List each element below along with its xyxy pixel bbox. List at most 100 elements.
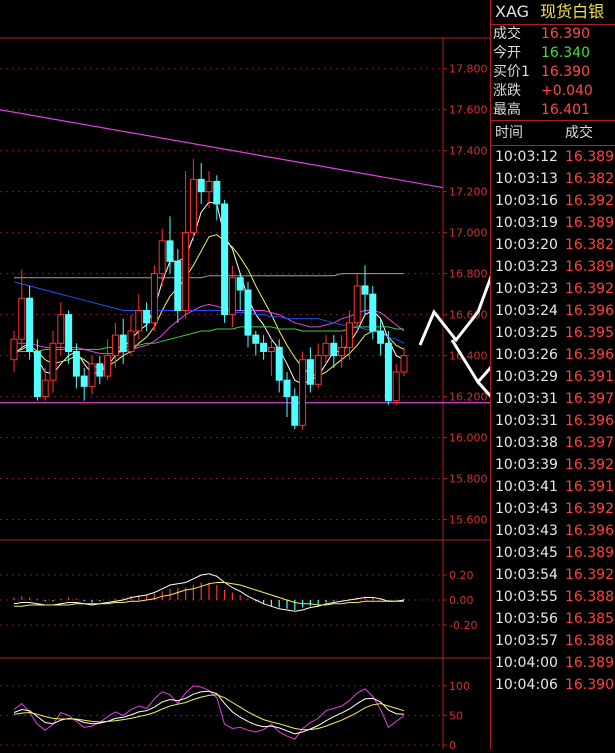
trade-row[interactable]: 10:03:31 16.397 (491, 388, 615, 410)
y-tick-label: 16.400 (449, 350, 488, 363)
quote-rows: 成交 16.390 今开 16.340 买价1 16.390 涨跌 +0.040 最高 16.40… (491, 25, 615, 120)
candle-body (143, 310, 151, 324)
y-tick-label: 16.800 (449, 268, 488, 281)
chart-area: 17.800 17.600 17.400 17.200 17.000 16.800 16.6… (0, 0, 580, 752)
trade-price: 16.396 (565, 523, 614, 539)
trade-row[interactable]: 10:03:20 16.382 (491, 234, 615, 256)
trade-price: 16.391 (565, 369, 614, 385)
candle-body (392, 371, 400, 402)
candle-body (119, 334, 127, 352)
kdj-line (13, 685, 405, 740)
trade-row[interactable]: 10:03:39 16.392 (491, 454, 615, 476)
quote-label: 成交 (493, 26, 521, 42)
trade-price: 16.392 (565, 193, 614, 209)
trade-price: 16.392 (565, 501, 614, 517)
candle-body (166, 240, 174, 262)
candle-body (182, 232, 190, 312)
trade-time: 10:03:19 (495, 215, 558, 231)
trade-row[interactable]: 10:03:12 16.389 (491, 146, 615, 168)
trade-row[interactable]: 10:03:13 16.382 (491, 168, 615, 190)
trade-price: 16.389 (565, 655, 614, 671)
trade-time: 10:03:45 (495, 545, 558, 561)
trade-row[interactable]: 10:03:54 16.392 (491, 564, 615, 586)
trade-price: 16.396 (565, 347, 614, 363)
quote-header: XAG 现货白银 (491, 0, 615, 24)
trade-price: 16.390 (565, 677, 614, 693)
y-tick-label: 17.000 (449, 227, 488, 240)
trade-row[interactable]: 10:04:00 16.389 (491, 652, 615, 674)
candle-body (322, 342, 330, 357)
trade-price: 16.396 (565, 413, 614, 429)
trade-time: 10:03:25 (495, 325, 558, 341)
trade-row[interactable]: 10:03:16 16.392 (491, 190, 615, 212)
candle-body (221, 203, 229, 316)
trade-price: 16.388 (565, 633, 614, 649)
y-tick-label: 16.600 (449, 309, 488, 322)
trade-row[interactable]: 10:03:41 16.391 (491, 476, 615, 498)
candle-body (361, 285, 369, 295)
trade-price: 16.397 (565, 435, 614, 451)
symbol-code: XAG (495, 2, 530, 21)
trade-row[interactable]: 10:03:25 16.395 (491, 322, 615, 344)
trade-row[interactable]: 10:03:45 16.389 (491, 542, 615, 564)
trade-row[interactable]: 10:03:38 16.397 (491, 432, 615, 454)
trade-price: 16.392 (565, 567, 614, 583)
trade-row[interactable]: 10:03:43 16.392 (491, 498, 615, 520)
trade-list[interactable]: 10:03:12 16.389 10:03:13 16.382 10:03:16 16.3… (491, 146, 615, 696)
candle-body (353, 285, 361, 324)
candle-body (197, 178, 205, 193)
trade-price: 16.389 (565, 149, 614, 165)
candle-body (135, 310, 143, 332)
trade-time: 10:03:12 (495, 149, 558, 165)
trade-row[interactable]: 10:03:26 16.396 (491, 344, 615, 366)
trade-time: 10:03:23 (495, 281, 558, 297)
trade-row[interactable]: 10:03:23 16.389 (491, 256, 615, 278)
candle-body (65, 314, 73, 352)
trade-price: 16.397 (565, 391, 614, 407)
trade-time: 10:04:06 (495, 677, 558, 693)
quote-value: 16.390 (541, 26, 590, 42)
trade-time: 10:03:43 (495, 501, 558, 517)
kdj-line (13, 694, 405, 731)
trade-row[interactable]: 10:03:43 16.396 (491, 520, 615, 542)
moving-average-line (13, 281, 405, 344)
y-tick-label: 0.20 (449, 569, 474, 582)
trade-row[interactable]: 10:03:24 16.396 (491, 300, 615, 322)
candle-body (291, 396, 299, 426)
trade-row[interactable]: 10:04:06 16.390 (491, 674, 615, 696)
candle-body (80, 375, 88, 387)
candle-body (377, 330, 385, 344)
y-tick-label: 0 (449, 739, 456, 749)
trade-time: 10:03:31 (495, 413, 558, 429)
trade-time: 10:03:43 (495, 523, 558, 539)
candle-body (236, 277, 244, 291)
trade-price: 16.385 (565, 611, 614, 627)
trade-time: 10:03:38 (495, 435, 558, 451)
trade-price: 16.389 (565, 545, 614, 561)
candle-body (72, 350, 80, 377)
trade-row[interactable]: 10:03:57 16.388 (491, 630, 615, 652)
kdj-line (13, 690, 405, 735)
trade-row[interactable]: 10:03:23 16.392 (491, 278, 615, 300)
candle-body (228, 277, 236, 316)
trade-row[interactable]: 10:03:55 16.388 (491, 586, 615, 608)
candle-body (244, 289, 252, 336)
trade-row[interactable]: 10:03:31 16.396 (491, 410, 615, 432)
trade-price: 16.395 (565, 325, 614, 341)
trade-time: 10:03:41 (495, 479, 558, 495)
trade-row[interactable]: 10:03:56 16.385 (491, 608, 615, 630)
trend-line (0, 109, 444, 189)
quote-value: 16.340 (541, 45, 590, 61)
trade-time: 10:03:20 (495, 237, 558, 253)
trade-time: 10:03:55 (495, 589, 558, 605)
candle-body (252, 334, 260, 344)
chart-svg: 17.800 17.600 17.400 17.200 17.000 16.800 16.6… (0, 37, 580, 752)
quote-label: 买价1 (493, 64, 530, 80)
candle-body (260, 342, 268, 352)
trade-time: 10:04:00 (495, 655, 558, 671)
trade-row[interactable]: 10:03:29 16.391 (491, 366, 615, 388)
y-tick-label: 100 (449, 680, 470, 693)
trade-row[interactable]: 10:03:19 16.389 (491, 212, 615, 234)
y-tick-label: 17.200 (449, 186, 488, 199)
candle-body (174, 260, 182, 312)
